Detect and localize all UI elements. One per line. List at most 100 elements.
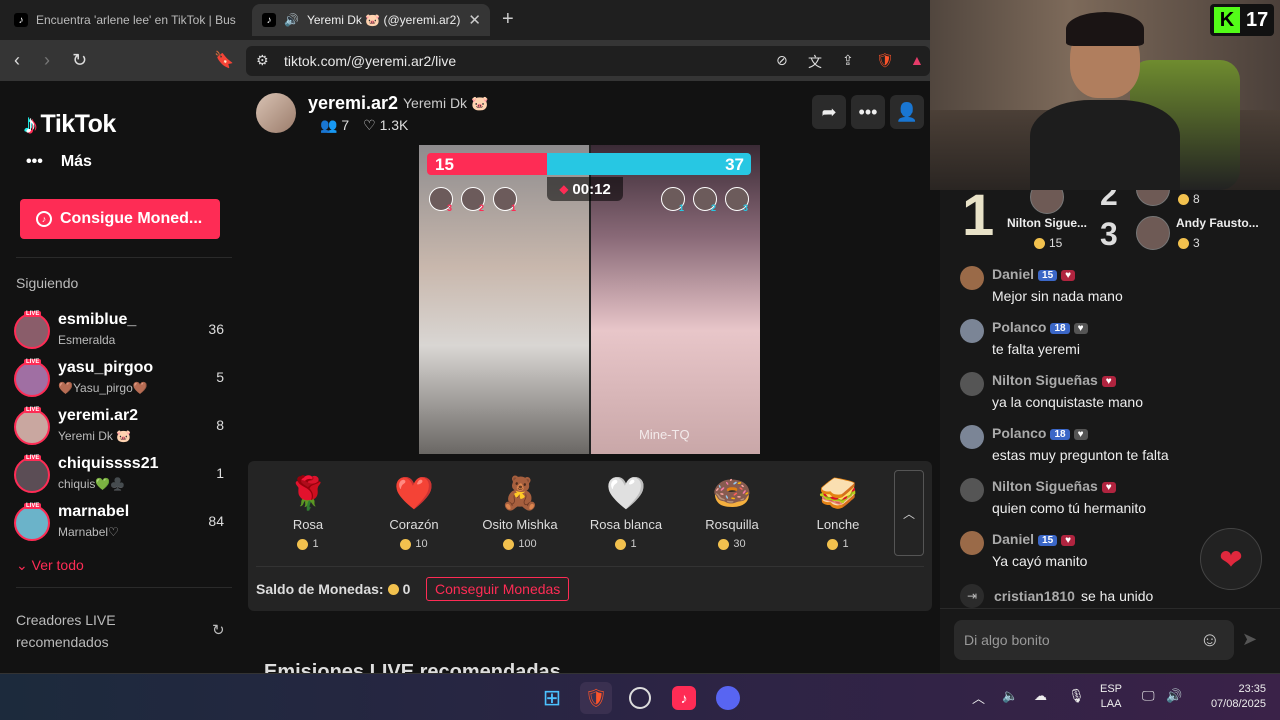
discord-icon[interactable] (712, 682, 744, 714)
host-avatar[interactable] (256, 93, 296, 133)
system-clock[interactable]: 23:35 07/08/2025 (1196, 682, 1266, 712)
joined-username[interactable]: cristian1810 (994, 588, 1075, 604)
following-item[interactable]: LIVE esmiblue_ Esmeralda 36 (14, 311, 226, 355)
avatar[interactable] (960, 531, 984, 555)
cast-off-icon[interactable]: ⊘ (776, 52, 788, 69)
browser-tab-live[interactable]: ♪ 🔊 Yeremi Dk 🐷 (@yeremi.ar2) ✕ (252, 4, 490, 36)
battle-score-bar-right (547, 153, 751, 175)
gift-item[interactable]: ❤️ Corazón 10 (364, 473, 464, 550)
language-indicator[interactable]: ESP LAA (1100, 682, 1122, 712)
gift-price-value: 30 (733, 538, 746, 550)
browser-tab-search[interactable]: ♪ Encuentra 'arlene lee' en TikTok | Bus (4, 4, 248, 36)
following-item[interactable]: LIVE yeremi.ar2 Yeremi Dk 🐷 8 (14, 407, 226, 451)
host-username[interactable]: yeremi.ar2 (308, 93, 398, 114)
chat-input[interactable] (964, 620, 1184, 660)
brave-browser-icon[interactable]: 🛡 (580, 682, 612, 714)
browser-tab-bar: ♪ Encuentra 'arlene lee' en TikTok | Bus… (0, 0, 930, 40)
windows-start-icon[interactable]: ⊞ (536, 682, 568, 714)
gift-item[interactable]: 🧸 Osito Mishka 100 (470, 473, 570, 550)
logo-text: TikTok (40, 110, 117, 138)
close-tab-icon[interactable]: ✕ (468, 11, 481, 29)
more-options-button[interactable]: ••• (851, 95, 885, 129)
obs-icon[interactable] (624, 682, 656, 714)
people-icon: 👥 (320, 117, 338, 133)
fan-badge-icon: ♥ (1061, 269, 1076, 281)
get-coins-button[interactable]: ♪ Consigue Moned... (20, 199, 220, 239)
chat-username[interactable]: Daniel 15 ♥ (992, 531, 1076, 547)
address-bar[interactable]: ⚙ tiktok.com/@yeremi.ar2/live ⊘ 文 ⇪ 🛡 ▲ (246, 46, 930, 76)
gifter-name[interactable]: Nilton Sigue... (1007, 216, 1087, 230)
refresh-icon[interactable]: ↻ (212, 621, 225, 639)
user-add-icon: 👤 (895, 101, 919, 122)
share-button[interactable]: ➦ (812, 95, 846, 129)
tiktok-logo[interactable]: ♪ TikTok (24, 109, 116, 140)
speaker-icon[interactable]: 🔊 (284, 13, 299, 27)
chat-username[interactable]: Nilton Sigueñas ♥ (992, 478, 1116, 494)
get-coins-link[interactable]: Conseguir Monedas (426, 577, 570, 601)
gift-item[interactable]: 🤍 Rosa blanca 1 (576, 473, 676, 550)
forward-icon[interactable]: › (44, 50, 50, 71)
back-icon[interactable]: ‹ (14, 50, 20, 71)
gifter-avatar[interactable] (1136, 216, 1170, 250)
brave-shield-icon[interactable]: 🛡 (876, 52, 894, 69)
divider (16, 257, 232, 258)
expand-gifts-button[interactable]: ︿ (894, 470, 924, 556)
following-heading: Siguiendo (16, 275, 79, 291)
chevron-up-icon[interactable]: ︿ (972, 688, 985, 707)
following-item[interactable]: LIVE chiquissss21 chiquis💚♣️ 1 (14, 455, 226, 499)
chat-username[interactable]: Daniel 15 ♥ (992, 266, 1076, 282)
chat-username[interactable]: Polanco 18 ♥ (992, 319, 1088, 335)
volume-icon[interactable]: 🔊 (1166, 688, 1182, 704)
avatar[interactable] (960, 372, 984, 396)
bookmark-icon[interactable]: 🔖 (214, 50, 234, 70)
send-icon[interactable]: ➤ (1242, 629, 1257, 650)
speaker-tray-icon[interactable]: 🔈 (1002, 688, 1018, 704)
chat-username[interactable]: Polanco 18 ♥ (992, 425, 1088, 441)
gift-item[interactable]: 🌹 Rosa 1 (258, 473, 358, 550)
avatar: LIVE (14, 359, 50, 397)
avatar[interactable] (960, 266, 984, 290)
live-video[interactable]: 15 37 ◆ 00:12 3 2 1 1 2 3 Mine-TQ (419, 145, 760, 454)
emoji-icon[interactable]: ☺ (1200, 629, 1220, 652)
avatar[interactable] (960, 478, 984, 502)
tab-title: Encuentra 'arlene lee' en TikTok | Bus (36, 13, 236, 27)
avatar[interactable] (960, 319, 984, 343)
get-coins-label: Consigue Moned... (60, 210, 203, 227)
reload-icon[interactable]: ↻ (72, 50, 87, 71)
following-item[interactable]: LIVE yasu_pirgoo 🤎Yasu_pirgo🤎 5 (14, 359, 226, 403)
fan-badge-icon: ♥ (1073, 322, 1088, 334)
tiktok-app-icon[interactable]: ♪ (668, 682, 700, 714)
level-badge: 18 (1050, 428, 1070, 440)
microphone-icon[interactable]: 🎙 (1068, 688, 1085, 704)
url-text[interactable]: tiktok.com/@yeremi.ar2/live (284, 53, 456, 69)
chat-input-box: ☺ (954, 620, 1234, 660)
gift-item[interactable]: 🥪 Lonche 1 (788, 473, 888, 550)
chat-username[interactable]: Nilton Sigueñas ♥ (992, 372, 1116, 388)
gift-price: 10 (364, 538, 464, 550)
follow-button[interactable]: 👤 (890, 95, 924, 129)
fan-badge-icon: ♥ (1061, 534, 1076, 546)
monitor-icon[interactable]: 🖵 (1142, 688, 1155, 704)
gift-name: Lonche (816, 517, 860, 532)
following-item[interactable]: LIVE marnabel Marnabel♡ 84 (14, 503, 226, 547)
heart-icon: ❤ (1219, 543, 1243, 575)
gift-item[interactable]: 🍩 Rosquilla 30 (682, 473, 782, 550)
site-info-icon[interactable]: ⚙ (256, 52, 269, 69)
new-tab-button[interactable]: + (502, 8, 514, 31)
like-button[interactable]: ❤ (1200, 528, 1262, 590)
level-badge: 15 (1038, 269, 1058, 281)
share-icon[interactable]: ⇪ (842, 52, 854, 69)
avatar: LIVE (14, 455, 50, 493)
see-all-link[interactable]: ⌄ Ver todo (16, 557, 84, 574)
translate-icon[interactable]: 文 (808, 52, 822, 72)
brave-rewards-icon[interactable]: ▲ (910, 52, 924, 68)
more-menu[interactable]: ••• Más (26, 153, 92, 171)
viewers-stat: 👥 7 (320, 117, 349, 134)
tab-title: Yeremi Dk 🐷 (@yeremi.ar2) (306, 13, 461, 27)
gifter-name[interactable]: Andy Fausto... (1176, 216, 1259, 230)
browser-nav-bar: ‹ › ↻ 🔖 ⚙ tiktok.com/@yeremi.ar2/live ⊘ … (0, 40, 930, 81)
cloud-icon[interactable]: ☁ (1034, 688, 1047, 704)
chat-username-text: Nilton Sigueñas (992, 372, 1098, 388)
viewer-count: 8 (216, 417, 224, 433)
avatar[interactable] (960, 425, 984, 449)
